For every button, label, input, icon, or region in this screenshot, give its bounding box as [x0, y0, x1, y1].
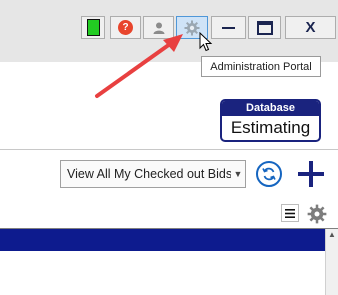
- user-icon: [153, 22, 164, 34]
- minimize-button[interactable]: [211, 16, 246, 39]
- window-icon: [256, 20, 273, 35]
- refresh-button[interactable]: [256, 161, 282, 187]
- maximize-button[interactable]: [248, 16, 281, 39]
- plus-icon: [298, 161, 324, 187]
- database-name: Estimating: [230, 118, 311, 137]
- title-bar: ? X: [0, 0, 338, 62]
- tooltip-text: Administration Portal: [210, 60, 312, 73]
- gear-icon: [184, 20, 200, 35]
- bids-grid: ▲: [0, 228, 338, 295]
- minimize-icon: [222, 26, 235, 29]
- tooltip: Administration Portal: [201, 56, 321, 77]
- toolbar-divider: [0, 149, 338, 150]
- mouse-cursor-icon: [199, 32, 213, 52]
- add-button[interactable]: [295, 158, 327, 190]
- help-icon: ?: [118, 20, 133, 35]
- hamburger-icon: [285, 208, 295, 218]
- status-green-icon: [86, 19, 100, 36]
- view-filter-dropdown[interactable]: View All My Checked out Bids ▼: [60, 160, 246, 188]
- grid-settings-button[interactable]: [307, 204, 327, 224]
- chevron-down-icon: ▼: [233, 169, 243, 179]
- user-button[interactable]: [143, 16, 174, 39]
- help-button[interactable]: ?: [110, 16, 141, 39]
- gear-icon: [307, 204, 327, 224]
- status-indicator-button[interactable]: [81, 16, 105, 39]
- close-button[interactable]: X: [285, 16, 336, 39]
- view-filter-selected: View All My Checked out Bids: [67, 167, 231, 181]
- scroll-up-icon[interactable]: ▲: [326, 229, 338, 241]
- close-icon: X: [305, 19, 316, 36]
- grid-header: [0, 229, 325, 251]
- grid-scrollbar[interactable]: ▲: [325, 229, 338, 295]
- database-label: Database: [222, 101, 319, 116]
- menu-button[interactable]: [281, 204, 299, 222]
- refresh-icon: [262, 167, 276, 181]
- database-badge: Database Estimating: [220, 99, 321, 142]
